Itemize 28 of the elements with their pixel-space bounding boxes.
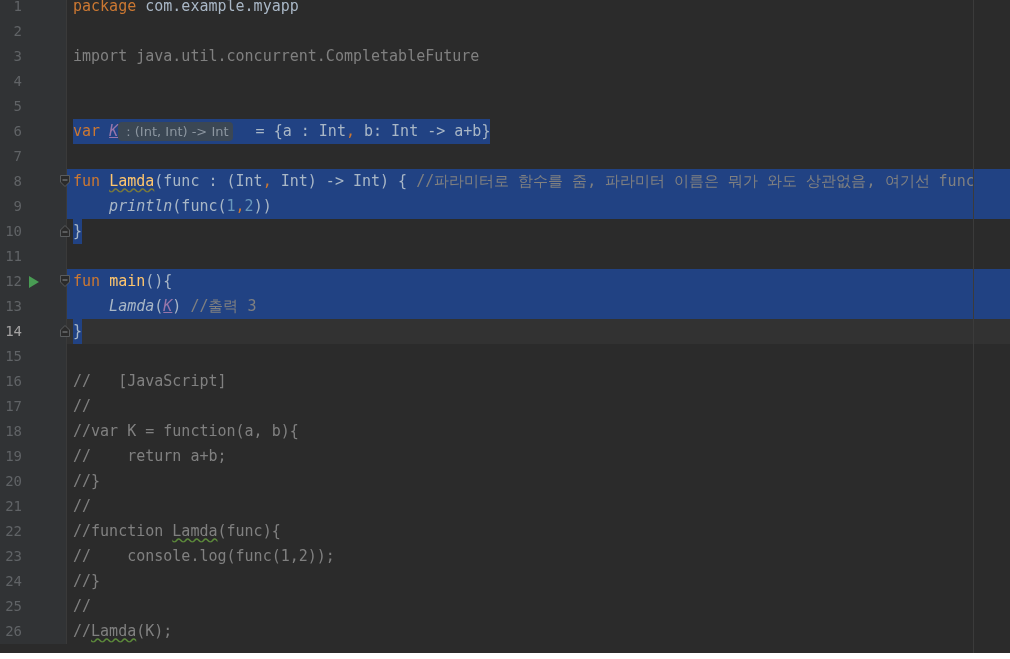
code-text: println(func(1,2)) (108, 197, 272, 215)
code-text: import java.util.concurrent.CompletableFuture (73, 47, 480, 65)
code-text: //} (73, 572, 101, 590)
code-text: var K (73, 122, 119, 140)
code-text: // (73, 397, 92, 415)
fold-icon[interactable] (60, 175, 70, 187)
code-text: } (73, 322, 83, 340)
type-hint: : (Int, Int) -> Int (118, 122, 233, 141)
code-text: = {a : Int, b: Int -> a+b} (254, 122, 491, 140)
code-text: // return a+b; (73, 447, 227, 465)
code-text: fun main(){ (73, 272, 173, 290)
line-number: 14 (4, 322, 22, 341)
fold-icon[interactable] (60, 325, 70, 337)
run-icon[interactable] (29, 275, 39, 288)
code-text: } (73, 222, 83, 240)
code-text: fun Lamda(func : (Int, Int) -> Int) { //파라미터로 함수를 줌, 파라미터 이름은 뭐가 와도 상관없음, 여기선 func (73, 172, 975, 190)
code-text: // console.log(func(1,2)); (73, 547, 335, 565)
code-text: Lamda(K) //출력 3 (108, 297, 257, 315)
code-text: // (73, 497, 92, 515)
fold-icon[interactable] (60, 225, 70, 237)
code-text: //var K = function(a, b){ (73, 422, 299, 440)
code-text: //Lamda(K); (73, 622, 173, 640)
fold-icon[interactable] (60, 275, 70, 287)
code-text: //} (73, 472, 101, 490)
code-text: // [JavaScript] (73, 372, 227, 390)
code-text: // (73, 597, 92, 615)
code-text: package com.example.myapp (73, 0, 299, 15)
code-text: //function Lamda(func){ (73, 522, 281, 540)
